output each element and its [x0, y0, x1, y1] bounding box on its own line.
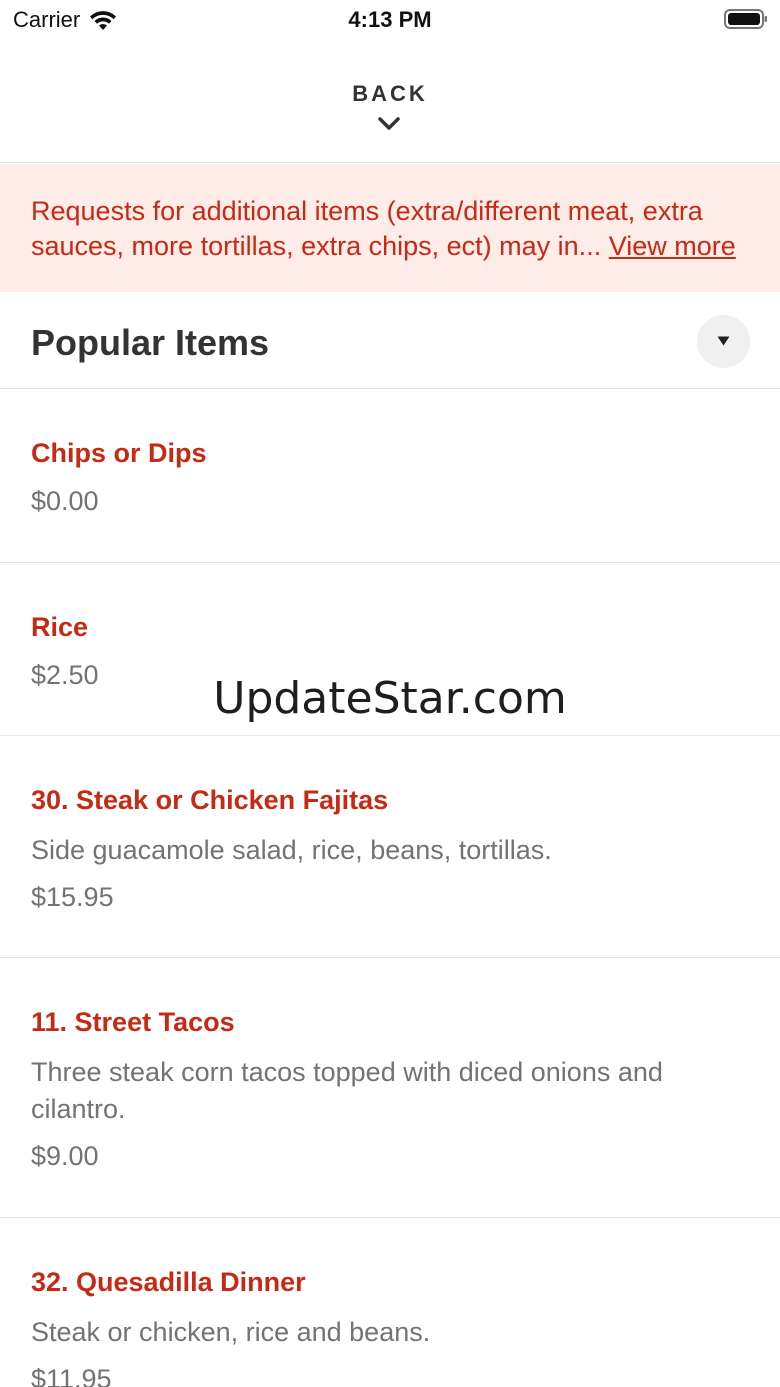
section-title: Popular Items	[31, 322, 270, 363]
back-button[interactable]: BACK	[0, 81, 780, 107]
item-price: $9.00	[31, 1141, 99, 1171]
item-name: 32. Quesadilla Dinner	[31, 1267, 306, 1297]
item-price: $11.95	[31, 1364, 112, 1387]
notice-text-block: Requests for additional items (extra/dif…	[31, 194, 759, 264]
item-name: Chips or Dips	[31, 438, 207, 468]
menu-item[interactable]: Rice $2.50	[0, 563, 780, 736]
caret-down-icon	[717, 336, 730, 346]
item-price: $0.00	[31, 486, 99, 516]
notice-message: Requests for additional items (extra/dif…	[31, 196, 703, 261]
menu-item[interactable]: Chips or Dips $0.00	[0, 389, 780, 563]
item-name: 30. Steak or Chicken Fajitas	[31, 785, 389, 815]
item-name: Rice	[31, 612, 89, 642]
clock: 4:13 PM	[348, 7, 432, 32]
item-name: 11. Street Tacos	[31, 1007, 235, 1037]
menu-screen: Carrier 4:13 PM BACK Requests for additi…	[0, 0, 780, 1387]
menu-item[interactable]: 30. Steak or Chicken Fajitas Side guacam…	[0, 736, 780, 958]
view-more-link[interactable]: View more	[609, 231, 736, 261]
chevron-down-icon[interactable]	[377, 116, 401, 132]
item-description: Side guacamole salad, rice, beans, torti…	[31, 835, 552, 865]
item-description: Steak or chicken, rice and beans.	[31, 1317, 431, 1347]
menu-item-list: Chips or Dips $0.00 Rice $2.50 30. Steak…	[0, 389, 780, 1387]
item-description: Three steak corn tacos topped with diced…	[31, 1057, 663, 1124]
section-collapse-button[interactable]	[697, 315, 750, 368]
notice-banner: Requests for additional items (extra/dif…	[0, 164, 780, 292]
item-price: $15.95	[31, 882, 114, 912]
battery-icon	[724, 9, 767, 29]
status-bar: Carrier 4:13 PM	[0, 0, 780, 40]
popular-items-header: Popular Items	[0, 292, 780, 389]
menu-item[interactable]: 32. Quesadilla Dinner Steak or chicken, …	[0, 1218, 780, 1387]
menu-item[interactable]: 11. Street Tacos Three steak corn tacos …	[0, 958, 780, 1218]
back-header[interactable]: BACK	[0, 40, 780, 163]
item-price: $2.50	[31, 660, 99, 690]
